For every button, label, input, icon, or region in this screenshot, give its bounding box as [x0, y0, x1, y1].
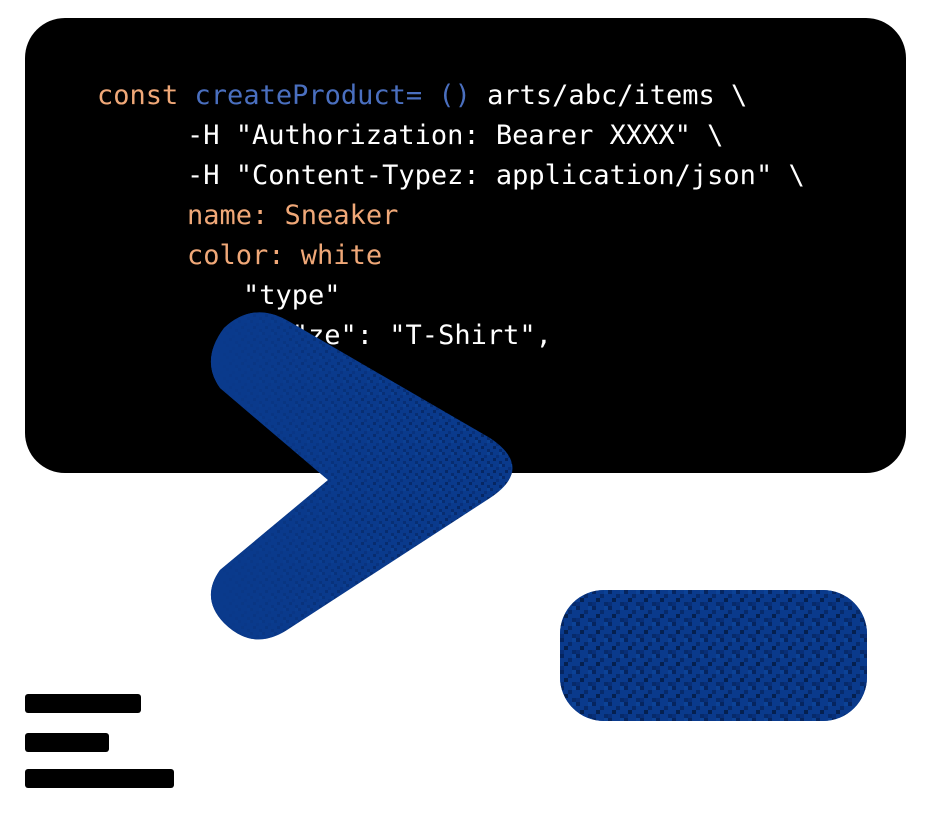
code-token: -H "Content-Typez: application/json" \ — [187, 160, 805, 191]
code-line-2: -H "Authorization: Bearer XXXX" \ — [187, 116, 723, 156]
text-line-bar-2 — [25, 733, 109, 752]
chevron-right-icon — [210, 312, 513, 640]
code-token: color: — [187, 240, 301, 271]
code-token: white — [300, 240, 383, 271]
code-token: const — [97, 80, 195, 111]
code-line-3: -H "Content-Typez: application/json" \ — [187, 156, 805, 196]
text-line-bar-3 — [25, 769, 174, 788]
blue-pill-shape — [560, 590, 867, 721]
code-line-5: color: white — [187, 236, 382, 276]
code-token: Sneaker — [284, 200, 399, 231]
code-token: name: — [187, 200, 285, 231]
code-token: -H "Authorization: Bearer XXXX" \ — [187, 120, 724, 151]
code-token: createProduct= () — [194, 80, 488, 111]
code-line-1: const createProduct= () arts/abc/items \ — [97, 76, 747, 116]
code-token: arts/abc/items \ — [487, 80, 748, 111]
text-line-bar-1 — [25, 694, 141, 713]
code-line-4: name: Sneaker — [187, 196, 398, 236]
code-token: "type" — [243, 280, 341, 311]
